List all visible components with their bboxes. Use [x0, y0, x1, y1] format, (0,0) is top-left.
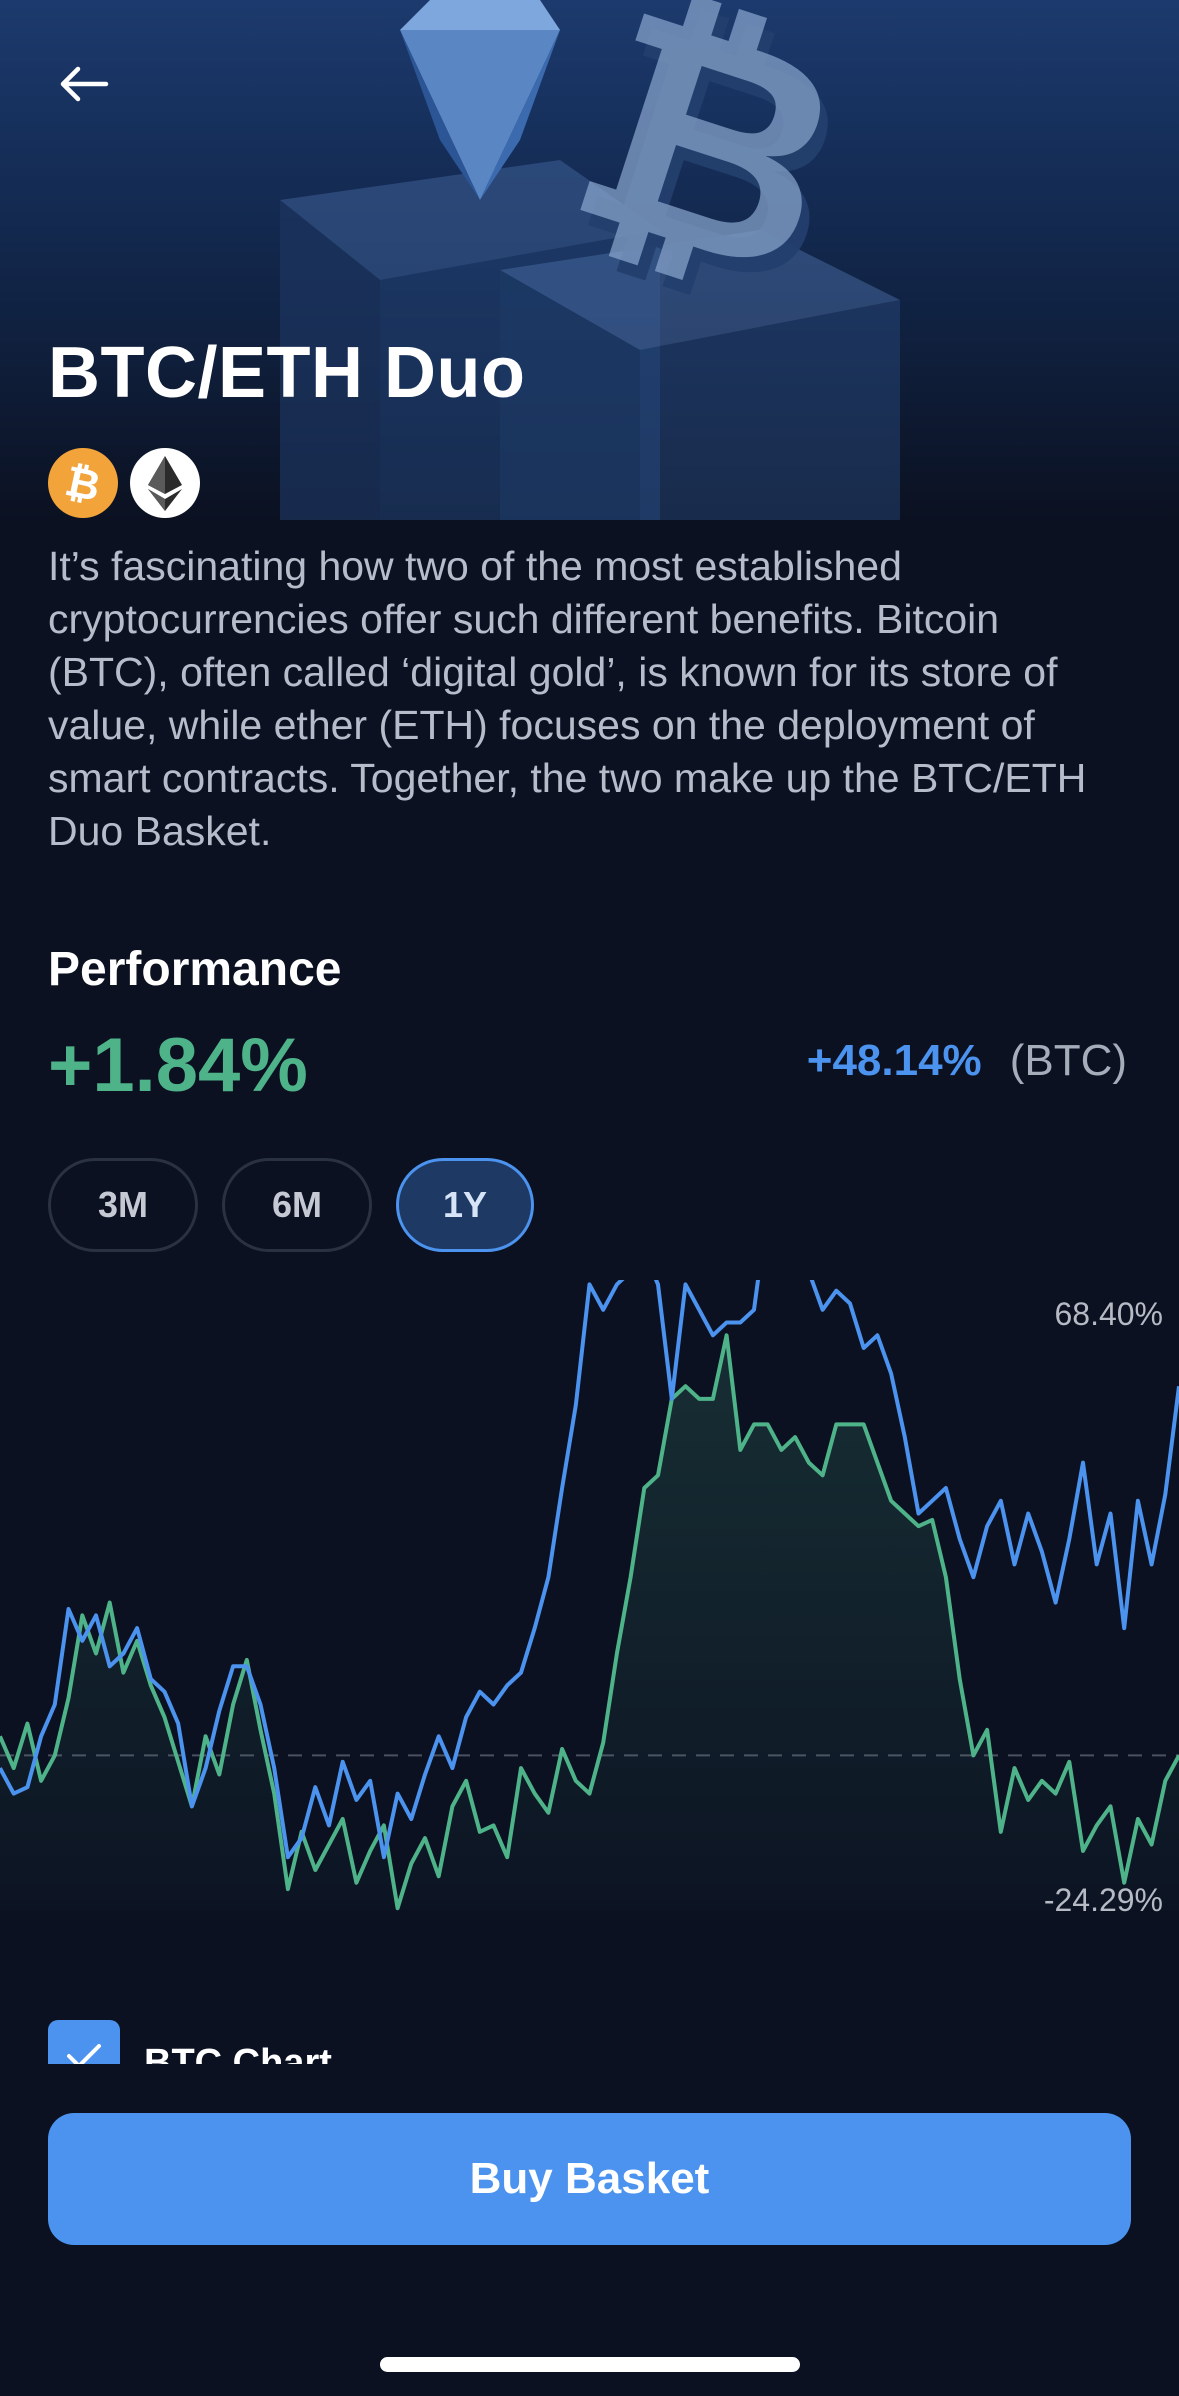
range-tab-3m[interactable]: 3M: [48, 1158, 198, 1252]
performance-chart: 68.40% -24.29%: [0, 1280, 1179, 1930]
svg-text:₿: ₿: [61, 456, 105, 511]
bitcoin-icon: ₿: [48, 448, 118, 518]
buy-basket-button[interactable]: Buy Basket: [48, 2113, 1131, 2245]
btc-chart-label: BTC Chart: [144, 2042, 332, 2064]
chart-canvas: [0, 1280, 1179, 1911]
range-tabs: 3M 6M 1Y: [48, 1158, 534, 1252]
hero-banner: ₿ ₿: [0, 0, 1179, 520]
chart-min-label: -24.29%: [1043, 1882, 1163, 1918]
btc-performance-value: +48.14%: [806, 1036, 982, 1085]
page-title: BTC/ETH Duo: [48, 333, 526, 413]
range-tab-1y[interactable]: 1Y: [396, 1158, 534, 1252]
performance-value: +1.84%: [48, 1023, 308, 1108]
crypto-blocks-illustration: ₿ ₿: [280, 0, 900, 520]
btc-chart-checkbox[interactable]: [48, 2020, 120, 2064]
ethereum-icon: [130, 448, 200, 518]
btc-comparison: +48.14% (BTC): [807, 1036, 1127, 1086]
chart-max-label: 68.40%: [1054, 1296, 1163, 1332]
range-tab-6m[interactable]: 6M: [222, 1158, 372, 1252]
back-button[interactable]: [48, 48, 120, 120]
checkmark-icon: [67, 2044, 101, 2064]
btc-chart-toggle[interactable]: BTC Chart: [48, 2020, 332, 2064]
performance-heading: Performance: [48, 943, 342, 996]
coin-icons: ₿: [48, 448, 200, 518]
btc-performance-label: (BTC): [1009, 1036, 1127, 1085]
home-indicator: [380, 2357, 800, 2372]
arrow-left-icon: [60, 66, 109, 102]
basket-description: It’s fascinating how two of the most est…: [48, 543, 1087, 854]
